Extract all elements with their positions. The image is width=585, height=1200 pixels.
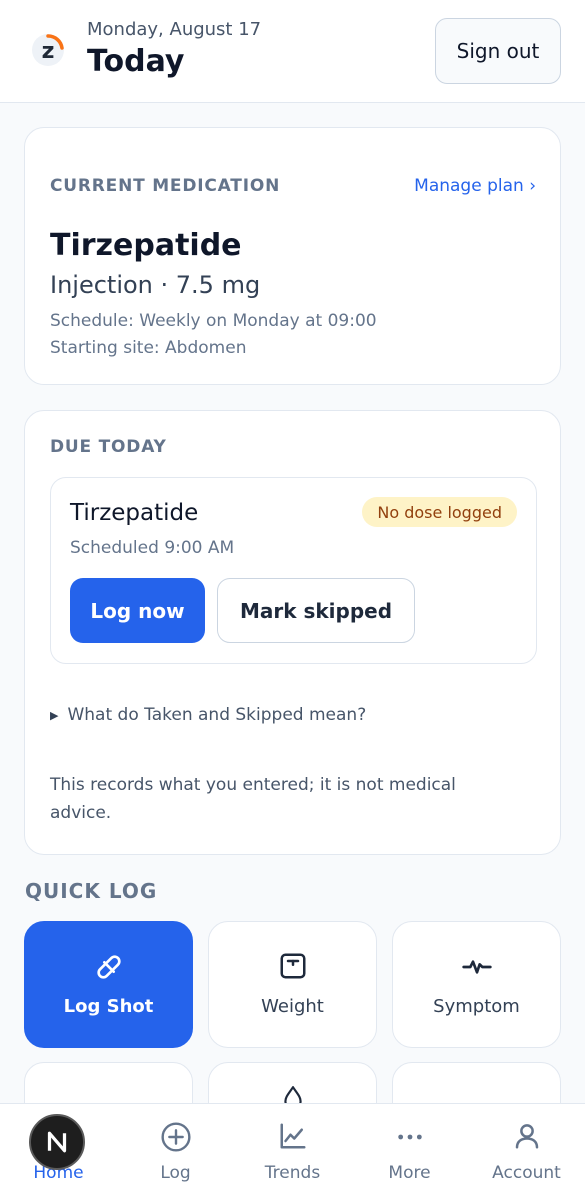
medication-dose: Injection · 7.5 mg [50,271,261,299]
current-medication-label: CURRENT MEDICATION [50,176,281,196]
manage-plan-link[interactable]: Manage plan › [414,176,536,196]
tile-label: Symptom [433,996,520,1017]
disclaimer-note: This records what you entered; it is not… [50,775,456,823]
app-logo-icon: z [31,33,65,67]
quick-log-label: QUICK LOG [25,879,158,903]
nav-trends[interactable]: Trends [234,1104,351,1200]
due-dose-time: Scheduled 9:00 AM [70,538,235,558]
nav-account[interactable]: Account [468,1104,585,1200]
scale-icon [209,951,376,983]
medication-name: Tirzepatide [50,228,242,263]
more-icon [351,1121,468,1155]
plus-circle-icon [117,1121,234,1155]
pill-icon [25,951,192,983]
pulse-icon [393,951,560,983]
due-dose-name: Tirzepatide [70,500,199,526]
chart-icon [234,1121,351,1155]
due-today-label: DUE TODAY [50,437,167,457]
disclosure-triangle-icon: ▶ [50,708,59,722]
symptom-tile[interactable]: Symptom [392,921,561,1048]
disclosure-label: What do Taken and Skipped mean? [67,705,367,725]
header-date: Monday, August 17 [87,19,262,40]
sign-out-button[interactable]: Sign out [435,18,561,84]
nav-label: Account [492,1163,561,1183]
medication-schedule: Schedule: Weekly on Monday at 09:00 [50,311,377,331]
mark-skipped-button[interactable]: Mark skipped [217,578,415,643]
page-title: Today [87,44,185,79]
nav-label: More [388,1163,431,1183]
log-shot-tile[interactable]: Log Shot [24,921,193,1048]
due-today-card: DUE TODAY Tirzepatide No dose logged Sch… [24,410,561,855]
n-logo-icon [47,1131,67,1153]
tile-label: Log Shot [63,996,154,1017]
nav-log[interactable]: Log [117,1104,234,1200]
status-badge: No dose logged [362,497,517,527]
bottom-nav: Home Log Trends More Account [0,1103,585,1200]
medication-site: Starting site: Abdomen [50,338,247,358]
current-medication-card: CURRENT MEDICATION Manage plan › Tirzepa… [24,127,561,385]
dev-tools-badge[interactable] [29,1114,85,1170]
weight-tile[interactable]: Weight [208,921,377,1048]
svg-text:z: z [42,39,55,64]
tile-label: Weight [261,996,324,1017]
nav-label: Trends [264,1163,321,1183]
user-icon [468,1121,585,1155]
due-dose-item: Tirzepatide No dose logged Scheduled 9:0… [50,477,537,664]
log-now-button[interactable]: Log now [70,578,205,643]
app-header: z Monday, August 17 Today Sign out [0,0,585,103]
nav-more[interactable]: More [351,1104,468,1200]
taken-skipped-disclosure[interactable]: ▶ What do Taken and Skipped mean? [50,705,366,725]
nav-label: Log [160,1163,191,1183]
